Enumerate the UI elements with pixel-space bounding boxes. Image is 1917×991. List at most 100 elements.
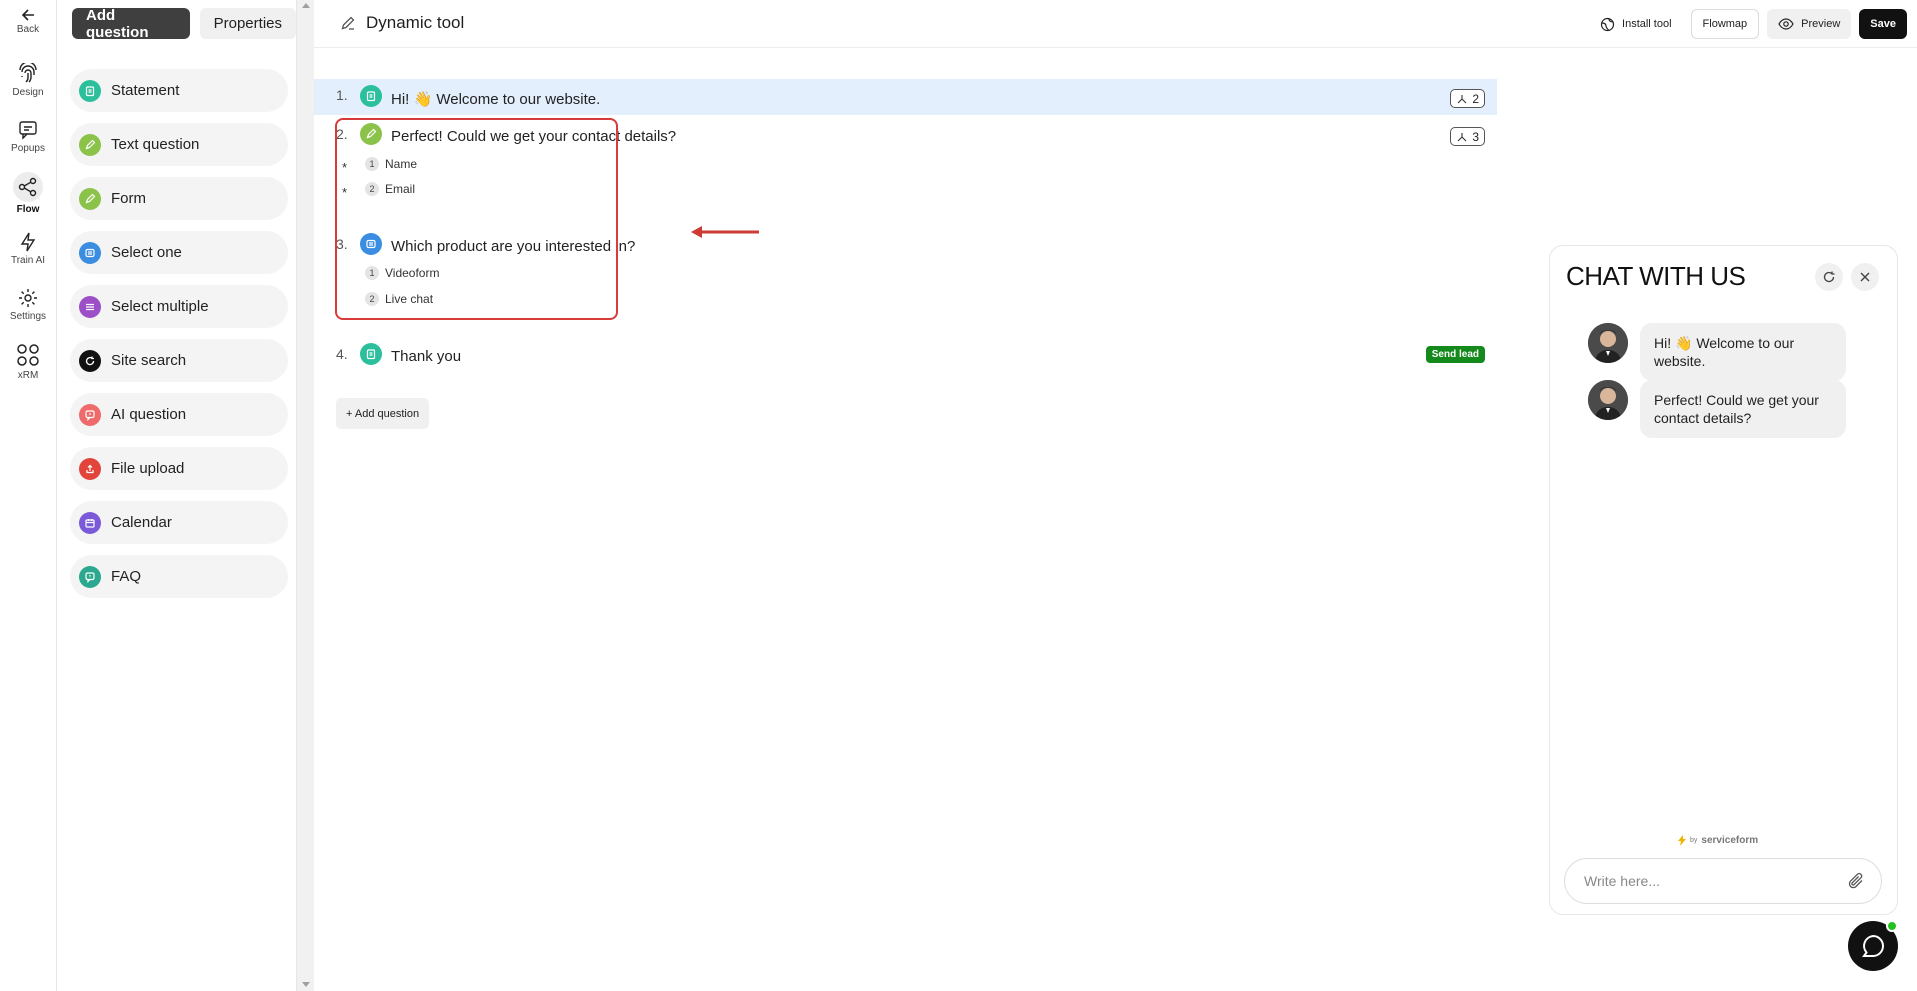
flow-question-4[interactable]: 4. Thank you Send lead xyxy=(314,338,1497,374)
branch-count: 2 xyxy=(1472,91,1479,106)
edit-pencil-icon xyxy=(341,16,355,30)
rail-label-design: Design xyxy=(12,87,44,98)
chat-message: Hi! 👋 Welcome to our website. xyxy=(1588,323,1846,381)
flow-editor: 1. Hi! 👋 Welcome to our website. 2 2. Pe… xyxy=(314,48,1497,991)
question-type-label: Select multiple xyxy=(111,298,209,315)
eye-icon xyxy=(1778,18,1794,30)
question-type-label: Select one xyxy=(111,244,182,261)
app-root: Back Design Popups Flow Train AI Setting… xyxy=(0,0,1917,991)
pencil-icon xyxy=(79,133,101,156)
question-type-form[interactable]: Form xyxy=(70,177,288,220)
branch-badge[interactable]: 3 xyxy=(1450,127,1485,146)
chat-bubble: Perfect! Could we get your contact detai… xyxy=(1640,380,1846,438)
question-number: 4. xyxy=(336,346,348,362)
question-type-calendar[interactable]: Calendar xyxy=(70,501,288,544)
panel-scrollbar[interactable] xyxy=(297,0,314,991)
question-type-select-multiple[interactable]: Select multiple xyxy=(70,285,288,328)
lines-icon xyxy=(79,295,101,318)
statement-icon xyxy=(360,343,382,365)
refresh-search-icon xyxy=(79,349,101,372)
rail-label-settings: Settings xyxy=(9,311,47,322)
calendar-icon xyxy=(79,511,101,534)
send-lead-badge[interactable]: Send lead xyxy=(1425,346,1485,363)
red-arrow-icon xyxy=(691,226,759,238)
save-button[interactable]: Save xyxy=(1859,9,1907,39)
back-label: Back xyxy=(16,24,40,35)
tool-title[interactable]: Dynamic tool xyxy=(340,13,464,33)
rail-item-settings[interactable]: Settings xyxy=(0,287,56,322)
flowmap-button[interactable]: Flowmap xyxy=(1690,9,1760,39)
highlight-box xyxy=(335,118,618,320)
chat-input-field[interactable]: Write here... xyxy=(1564,858,1882,904)
chat-input-placeholder: Write here... xyxy=(1584,873,1660,889)
arrow-left-icon xyxy=(21,9,34,21)
pencil-icon xyxy=(79,187,101,210)
online-status-dot xyxy=(1886,920,1898,932)
add-question-button[interactable]: + Add question xyxy=(336,398,430,429)
chat-bubble-icon xyxy=(1862,934,1884,957)
question-type-site-search[interactable]: Site search xyxy=(70,339,288,382)
question-type-label: Statement xyxy=(111,82,180,99)
top-bar: Dynamic tool Install tool Flowmap Previe… xyxy=(314,0,1917,48)
chat-title: CHAT WITH US xyxy=(1566,261,1746,291)
question-type-file-upload[interactable]: File upload xyxy=(70,447,288,490)
chat-widget: CHAT WITH US Hi! 👋 Welcome to our websit… xyxy=(1549,245,1898,915)
preview-label: Preview xyxy=(1801,18,1841,30)
tool-title-text: Dynamic tool xyxy=(366,13,465,32)
question-type-label: Form xyxy=(111,190,146,207)
grid-icon xyxy=(17,344,39,366)
lightning-icon xyxy=(20,232,36,252)
close-icon xyxy=(1860,272,1870,282)
install-globe-icon xyxy=(1600,17,1615,31)
rail-item-design[interactable]: Design xyxy=(0,63,56,98)
rail-item-train-ai[interactable]: Train AI xyxy=(0,231,56,266)
nav-rail: Back Design Popups Flow Train AI Setting… xyxy=(0,0,57,991)
chat-message: Perfect! Could we get your contact detai… xyxy=(1588,380,1846,438)
question-palette: Add question Properties Statement Text q… xyxy=(57,0,297,991)
rail-item-popups[interactable]: Popups xyxy=(0,119,56,154)
branch-count: 3 xyxy=(1472,129,1479,144)
question-type-statement[interactable]: Statement xyxy=(70,69,288,112)
scroll-down-arrow-icon[interactable] xyxy=(302,982,310,987)
chat-refresh-button[interactable] xyxy=(1815,263,1843,291)
rail-item-xrm[interactable]: xRM xyxy=(0,342,56,381)
question-type-label: Site search xyxy=(111,352,187,369)
question-type-select-one[interactable]: Select one xyxy=(70,231,288,274)
brand-by: by xyxy=(1690,837,1698,844)
top-actions: Install tool Flowmap Preview Save xyxy=(1589,9,1907,39)
gear-icon xyxy=(19,289,37,307)
back-button[interactable]: Back xyxy=(0,8,56,35)
tab-add-question[interactable]: Add question xyxy=(72,7,190,41)
install-tool-label: Install tool xyxy=(1622,18,1672,30)
question-type-text-question[interactable]: Text question xyxy=(70,123,288,166)
question-number: 1. xyxy=(336,87,348,103)
rail-item-flow[interactable]: Flow xyxy=(0,172,56,215)
branch-badge[interactable]: 2 xyxy=(1450,89,1485,108)
chat-close-button[interactable] xyxy=(1851,263,1879,291)
share-nodes-icon xyxy=(18,177,37,197)
statement-icon xyxy=(79,79,101,102)
tab-properties[interactable]: Properties xyxy=(199,8,296,39)
list-box-icon xyxy=(79,241,101,264)
question-type-ai-question[interactable]: AI question xyxy=(70,393,288,436)
brand-name: serviceform xyxy=(1701,835,1759,846)
statement-icon xyxy=(360,85,382,107)
message-icon xyxy=(19,121,37,140)
question-text: Hi! 👋 Welcome to our website. xyxy=(391,91,601,108)
paperclip-icon[interactable] xyxy=(1847,872,1865,890)
palette-tabs: Add question Properties xyxy=(72,7,296,41)
scroll-up-arrow-icon[interactable] xyxy=(302,3,310,8)
question-type-label: FAQ xyxy=(111,568,142,585)
upload-icon xyxy=(79,457,101,480)
ai-chat-icon xyxy=(79,403,101,426)
flow-question-1[interactable]: 1. Hi! 👋 Welcome to our website. 2 xyxy=(314,79,1497,115)
install-tool-button[interactable]: Install tool xyxy=(1589,9,1683,39)
preview-button[interactable]: Preview xyxy=(1767,9,1852,39)
question-type-label: AI question xyxy=(111,406,187,423)
question-type-faq[interactable]: FAQ xyxy=(70,555,288,598)
question-type-label: Calendar xyxy=(111,514,172,531)
powered-by[interactable]: by serviceform xyxy=(1678,835,1758,846)
fingerprint-icon xyxy=(19,63,37,83)
question-type-label: File upload xyxy=(111,460,185,477)
question-type-label: Text question xyxy=(111,136,200,153)
